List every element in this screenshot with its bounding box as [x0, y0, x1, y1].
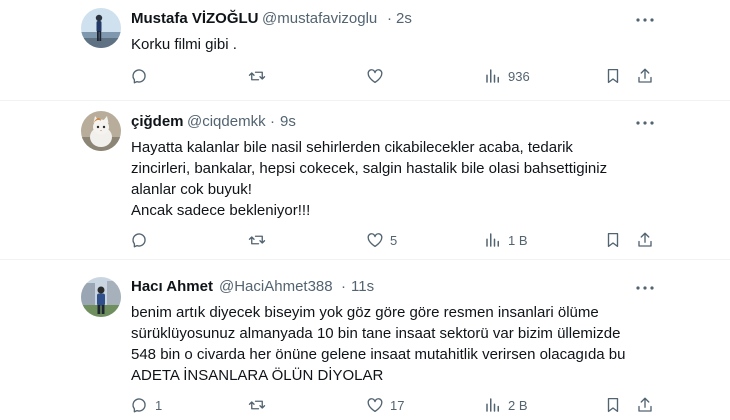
timestamp[interactable]: 11s — [351, 278, 374, 295]
reply-icon — [132, 398, 146, 413]
more-options-icon[interactable] — [634, 115, 656, 131]
text-line: Hayatta kalanlar bile nasil sehirlerden … — [131, 139, 573, 156]
share-button[interactable] — [636, 67, 654, 85]
timestamp[interactable]: 2s — [396, 10, 412, 27]
tweet-text: Korku filmi gibi . — [131, 34, 237, 55]
tweet-3[interactable]: Hacı Ahmet @HaciAhmet388 · 11s benim art… — [0, 260, 730, 420]
avatar-cat-icon — [81, 111, 121, 151]
bookmark-icon — [607, 232, 619, 248]
text-line: Ancak sadece bekleniyor!!! — [131, 202, 311, 219]
bookmark-icon — [607, 68, 619, 84]
heart-icon — [367, 233, 383, 248]
avatar[interactable] — [81, 277, 121, 317]
analytics-icon — [486, 398, 499, 412]
avatar-person-building-icon — [81, 277, 121, 317]
like-count: 5 — [390, 232, 398, 248]
reply-icon — [132, 233, 146, 248]
timestamp[interactable]: 9s — [280, 113, 296, 130]
text-line: benim artık diyecek biseyim yok göz göre… — [131, 304, 599, 321]
tweet-text: Hayatta kalanlar bile nasil sehirlerden … — [131, 137, 607, 221]
reply-button[interactable] — [131, 231, 155, 249]
separator: · — [270, 113, 275, 130]
separator: · — [387, 10, 392, 27]
text-line: Korku filmi gibi . — [131, 36, 237, 53]
share-icon — [638, 232, 652, 247]
reply-icon — [132, 69, 146, 84]
separator: · — [341, 278, 346, 295]
author-name[interactable]: çiğdem — [131, 113, 184, 130]
bookmark-button[interactable] — [604, 231, 622, 249]
text-line: 548 bin o civarda her önüne gelene insaa… — [131, 346, 626, 363]
tweet-text: benim artık diyecek biseyim yok göz göre… — [131, 302, 626, 386]
more-options-icon[interactable] — [634, 12, 656, 28]
view-count: 2 B — [508, 397, 528, 413]
reply-button[interactable]: 1 — [131, 396, 162, 414]
more-options-icon[interactable] — [634, 280, 656, 296]
like-count: 17 — [390, 397, 405, 413]
bookmark-button[interactable] — [604, 67, 622, 85]
heart-icon — [367, 398, 383, 413]
avatar-person-landscape-icon — [81, 8, 121, 48]
avatar[interactable] — [81, 8, 121, 48]
text-line: sürüklüyosunuz almanyada 10 bin tane ins… — [131, 325, 621, 342]
author-handle[interactable]: @mustafavizoglu — [262, 10, 377, 27]
share-button[interactable] — [636, 231, 654, 249]
tweet-2[interactable]: çiğdem @ciqdemkk · 9s Hayatta kalanlar b… — [0, 101, 730, 259]
view-count: 1 B — [508, 232, 528, 248]
retweet-button[interactable] — [248, 67, 272, 85]
heart-icon — [367, 69, 383, 84]
retweet-button[interactable] — [248, 396, 272, 414]
author-handle[interactable]: @HaciAhmet388 — [219, 278, 333, 295]
author-handle[interactable]: @ciqdemkk — [187, 113, 266, 130]
like-button[interactable] — [366, 67, 390, 85]
share-icon — [638, 397, 652, 412]
reply-button[interactable] — [131, 67, 155, 85]
views-button[interactable]: 2 B — [484, 396, 528, 414]
bookmark-button[interactable] — [604, 396, 622, 414]
share-icon — [638, 68, 652, 83]
retweet-icon — [248, 235, 266, 245]
like-button[interactable]: 5 — [366, 231, 397, 249]
retweet-icon — [248, 71, 266, 81]
analytics-icon — [486, 69, 499, 83]
author-name[interactable]: Mustafa VİZOĞLU — [131, 10, 259, 27]
like-button[interactable]: 17 — [366, 396, 404, 414]
view-count: 936 — [508, 68, 530, 84]
views-button[interactable]: 936 — [484, 67, 530, 85]
text-line: zincirleri, bankalar, hepsi cokecek, sal… — [131, 160, 608, 177]
bookmark-icon — [607, 397, 619, 413]
avatar[interactable] — [81, 111, 121, 151]
author-name[interactable]: Hacı Ahmet — [131, 278, 213, 295]
text-line: ADETA İNSANLARA ÖLÜN DİYOLAR — [131, 367, 384, 384]
views-button[interactable]: 1 B — [484, 231, 528, 249]
analytics-icon — [486, 233, 499, 247]
reply-count: 1 — [155, 397, 163, 413]
retweet-icon — [248, 400, 266, 410]
retweet-button[interactable] — [248, 231, 272, 249]
tweet-1[interactable]: Mustafa VİZOĞLU @mustafavizoglu · 2s Kor… — [0, 0, 730, 100]
text-line: alanlar cok buyuk! — [131, 181, 252, 198]
share-button[interactable] — [636, 396, 654, 414]
